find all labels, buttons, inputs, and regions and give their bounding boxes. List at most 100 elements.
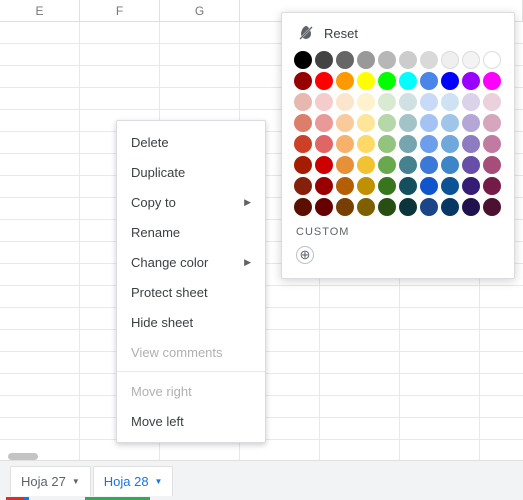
cell[interactable] [160, 44, 240, 65]
caret-down-icon[interactable]: ▼ [72, 477, 80, 486]
color-swatch[interactable] [378, 51, 396, 69]
color-swatch[interactable] [462, 198, 480, 216]
color-swatch[interactable] [315, 51, 333, 69]
color-swatch[interactable] [378, 114, 396, 132]
cell[interactable] [0, 176, 80, 197]
cell[interactable] [320, 352, 400, 373]
cell[interactable] [240, 440, 320, 461]
menu-item-delete[interactable]: Delete [117, 127, 265, 157]
color-swatch[interactable] [357, 135, 375, 153]
cell[interactable] [0, 44, 80, 65]
color-swatch[interactable] [420, 114, 438, 132]
color-swatch[interactable] [462, 114, 480, 132]
color-swatch[interactable] [483, 51, 501, 69]
cell[interactable] [0, 198, 80, 219]
color-swatch[interactable] [399, 135, 417, 153]
cell[interactable] [320, 308, 400, 329]
cell[interactable] [480, 330, 523, 351]
color-swatch[interactable] [357, 93, 375, 111]
cell[interactable] [400, 308, 480, 329]
color-swatch[interactable] [462, 51, 480, 69]
cell[interactable] [400, 396, 480, 417]
color-swatch[interactable] [420, 72, 438, 90]
cell[interactable] [0, 242, 80, 263]
color-swatch[interactable] [441, 114, 459, 132]
color-swatch[interactable] [378, 93, 396, 111]
color-swatch[interactable] [462, 177, 480, 195]
color-swatch[interactable] [294, 93, 312, 111]
column-header[interactable]: E [0, 0, 80, 21]
color-swatch[interactable] [399, 198, 417, 216]
cell[interactable] [0, 132, 80, 153]
menu-item-protect-sheet[interactable]: Protect sheet [117, 277, 265, 307]
cell[interactable] [320, 286, 400, 307]
color-swatch[interactable] [441, 156, 459, 174]
cell[interactable] [480, 286, 523, 307]
cell[interactable] [480, 440, 523, 461]
cell[interactable] [160, 66, 240, 87]
color-swatch[interactable] [483, 198, 501, 216]
color-swatch[interactable] [336, 156, 354, 174]
cell[interactable] [80, 22, 160, 43]
color-swatch[interactable] [420, 93, 438, 111]
add-custom-color-button[interactable]: ⊕ [296, 246, 314, 264]
color-swatch[interactable] [294, 51, 312, 69]
color-swatch[interactable] [294, 135, 312, 153]
column-header[interactable]: G [160, 0, 240, 21]
color-swatch[interactable] [483, 72, 501, 90]
color-swatch[interactable] [483, 93, 501, 111]
color-swatch[interactable] [420, 198, 438, 216]
cell[interactable] [480, 308, 523, 329]
cell[interactable] [400, 286, 480, 307]
menu-item-rename[interactable]: Rename [117, 217, 265, 247]
cell[interactable] [0, 330, 80, 351]
cell[interactable] [0, 418, 80, 439]
column-header[interactable]: F [80, 0, 160, 21]
color-swatch[interactable] [441, 72, 459, 90]
color-swatch[interactable] [399, 114, 417, 132]
color-swatch[interactable] [483, 114, 501, 132]
color-swatch[interactable] [441, 93, 459, 111]
cell[interactable] [160, 440, 240, 461]
color-swatch[interactable] [315, 177, 333, 195]
cell[interactable] [320, 330, 400, 351]
cell[interactable] [160, 22, 240, 43]
sheet-tab-hoja-28[interactable]: Hoja 28▼ [93, 466, 174, 496]
color-swatch[interactable] [378, 72, 396, 90]
color-swatch[interactable] [462, 156, 480, 174]
cell[interactable] [160, 88, 240, 109]
menu-item-hide-sheet[interactable]: Hide sheet [117, 307, 265, 337]
color-swatch[interactable] [420, 51, 438, 69]
tab-scroll-handle[interactable] [8, 453, 38, 460]
color-swatch[interactable] [441, 198, 459, 216]
menu-item-move-left[interactable]: Move left [117, 406, 265, 436]
menu-item-change-color[interactable]: Change color▶ [117, 247, 265, 277]
cell[interactable] [480, 418, 523, 439]
menu-item-copy-to[interactable]: Copy to▶ [117, 187, 265, 217]
cell[interactable] [320, 396, 400, 417]
cell[interactable] [0, 352, 80, 373]
color-swatch[interactable] [441, 135, 459, 153]
color-swatch[interactable] [336, 93, 354, 111]
color-swatch[interactable] [294, 156, 312, 174]
color-swatch[interactable] [462, 93, 480, 111]
color-swatch[interactable] [336, 177, 354, 195]
color-swatch[interactable] [462, 135, 480, 153]
cell[interactable] [80, 44, 160, 65]
cell[interactable] [0, 286, 80, 307]
cell[interactable] [80, 66, 160, 87]
color-swatch[interactable] [357, 198, 375, 216]
cell[interactable] [320, 374, 400, 395]
cell[interactable] [400, 330, 480, 351]
cell[interactable] [400, 418, 480, 439]
cell[interactable] [0, 264, 80, 285]
color-swatch[interactable] [357, 156, 375, 174]
cell[interactable] [400, 374, 480, 395]
cell[interactable] [320, 440, 400, 461]
grid-row[interactable] [0, 440, 523, 462]
color-swatch[interactable] [420, 135, 438, 153]
cell[interactable] [0, 154, 80, 175]
color-swatch[interactable] [294, 72, 312, 90]
color-swatch[interactable] [294, 114, 312, 132]
cell[interactable] [400, 440, 480, 461]
